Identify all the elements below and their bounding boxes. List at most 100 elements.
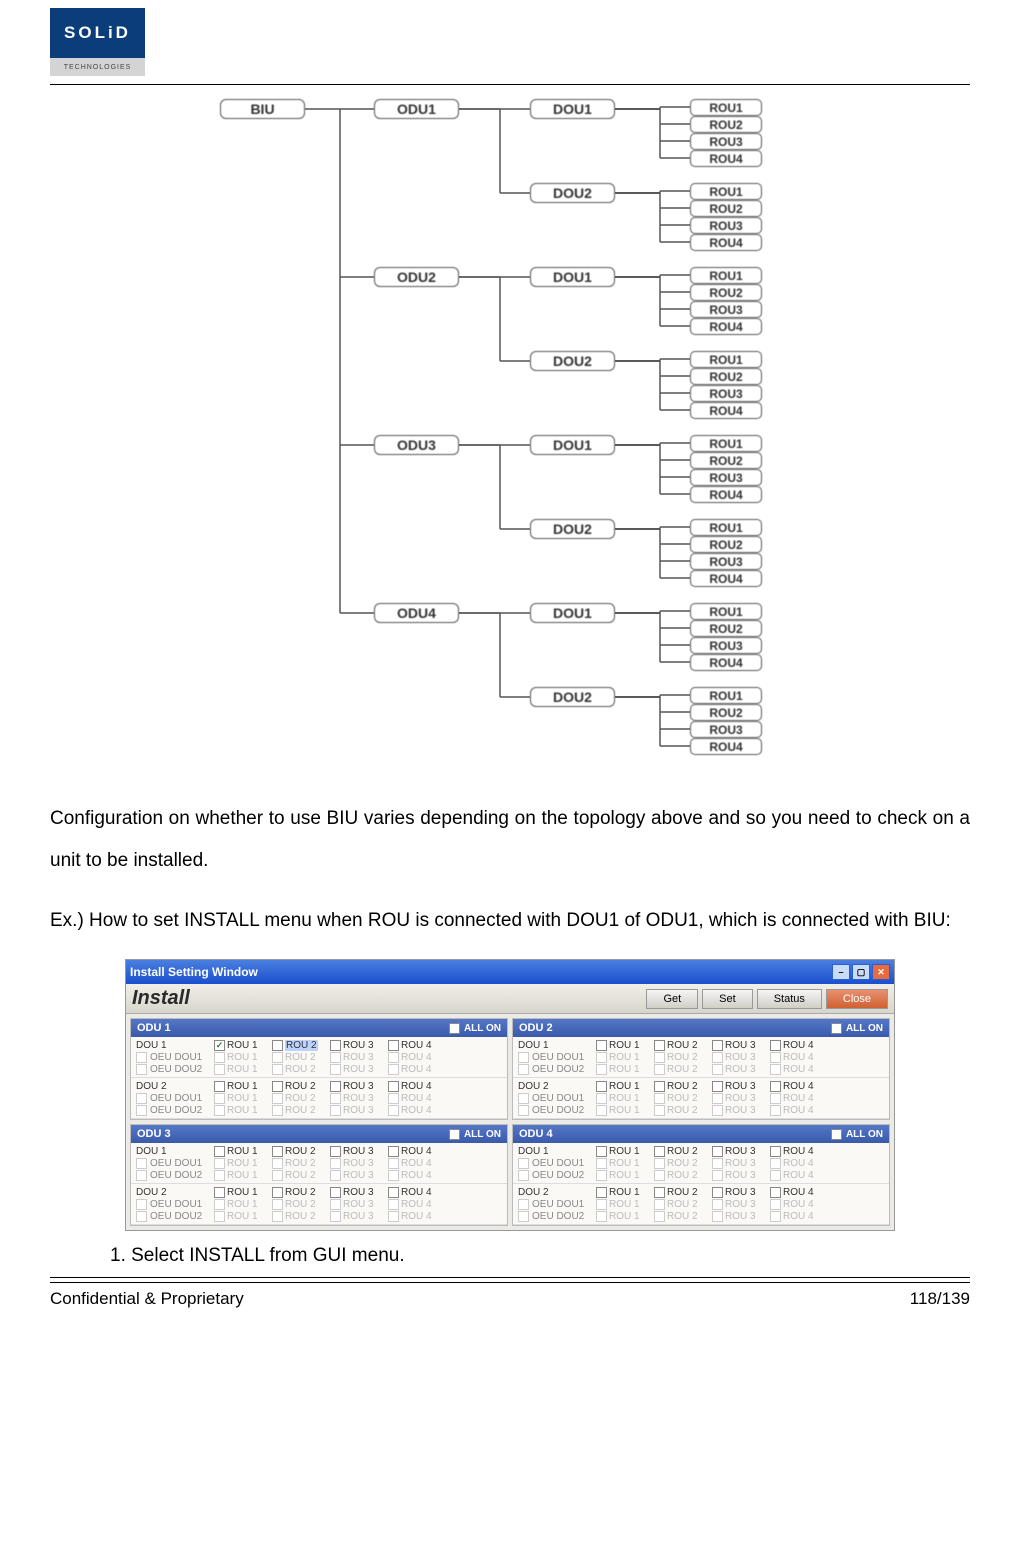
oeu-checkbox[interactable] (518, 1105, 529, 1116)
oeu-checkbox[interactable] (136, 1158, 147, 1169)
rou-checkbox[interactable]: ROU 2 (272, 1081, 324, 1092)
oeu-checkbox[interactable] (518, 1052, 529, 1063)
rou-checkbox[interactable]: ROU 2 (272, 1211, 324, 1222)
rou-checkbox[interactable]: ROU 4 (388, 1105, 440, 1116)
oeu-checkbox[interactable] (518, 1211, 529, 1222)
rou-checkbox[interactable]: ROU 3 (712, 1052, 764, 1063)
rou-checkbox[interactable]: ROU 1 (596, 1158, 648, 1169)
rou-checkbox[interactable]: ROU 3 (330, 1146, 382, 1157)
rou-checkbox[interactable]: ROU 2 (654, 1199, 706, 1210)
rou-checkbox[interactable]: ROU 4 (770, 1187, 822, 1198)
rou-checkbox[interactable]: ROU 1 (214, 1081, 266, 1092)
oeu-checkbox[interactable] (136, 1105, 147, 1116)
rou-checkbox[interactable]: ROU 1 (214, 1052, 266, 1063)
oeu-checkbox[interactable] (136, 1211, 147, 1222)
rou-checkbox[interactable]: ROU 3 (330, 1081, 382, 1092)
rou-checkbox[interactable]: ROU 1 (596, 1187, 648, 1198)
rou-checkbox[interactable]: ROU 4 (770, 1199, 822, 1210)
status-button[interactable]: Status (757, 989, 822, 1009)
rou-checkbox[interactable]: ROU 4 (770, 1105, 822, 1116)
get-button[interactable]: Get (646, 989, 698, 1009)
rou-checkbox[interactable]: ROU 2 (654, 1040, 706, 1051)
rou-checkbox[interactable]: ROU 2 (272, 1052, 324, 1063)
rou-checkbox[interactable]: ROU 1 (596, 1170, 648, 1181)
rou-checkbox[interactable]: ROU 1 (214, 1105, 266, 1116)
rou-checkbox[interactable]: ROU 3 (330, 1211, 382, 1222)
rou-checkbox[interactable]: ROU 3 (712, 1105, 764, 1116)
rou-checkbox[interactable]: ROU 4 (388, 1199, 440, 1210)
rou-checkbox[interactable]: ROU 4 (770, 1146, 822, 1157)
oeu-checkbox[interactable] (136, 1064, 147, 1075)
rou-checkbox[interactable]: ROU 1 (596, 1105, 648, 1116)
rou-checkbox[interactable]: ROU 2 (272, 1170, 324, 1181)
rou-checkbox[interactable]: ROU 2 (654, 1187, 706, 1198)
rou-checkbox[interactable]: ROU 2 (272, 1093, 324, 1104)
rou-checkbox[interactable]: ROU 1 (596, 1040, 648, 1051)
rou-checkbox[interactable]: ROU 1 (596, 1052, 648, 1063)
rou-checkbox[interactable]: ROU 1 (596, 1081, 648, 1092)
rou-checkbox[interactable]: ROU 1 (596, 1064, 648, 1075)
set-button[interactable]: Set (702, 989, 753, 1009)
maximize-icon[interactable]: ▢ (852, 964, 870, 980)
rou-checkbox[interactable]: ROU 3 (330, 1158, 382, 1169)
rou-checkbox[interactable]: ROU 1 (214, 1199, 266, 1210)
rou-checkbox[interactable]: ROU 3 (330, 1199, 382, 1210)
rou-checkbox[interactable]: ROU 4 (388, 1040, 440, 1051)
rou-checkbox[interactable]: ROU 3 (712, 1081, 764, 1092)
all-on-toggle[interactable]: ALL ON (831, 1129, 883, 1140)
rou-checkbox[interactable]: ROU 4 (770, 1081, 822, 1092)
rou-checkbox[interactable]: ROU 4 (770, 1170, 822, 1181)
rou-checkbox[interactable]: ROU 2 (654, 1093, 706, 1104)
oeu-checkbox[interactable] (136, 1170, 147, 1181)
rou-checkbox[interactable]: ROU 1 (214, 1093, 266, 1104)
oeu-checkbox[interactable] (518, 1199, 529, 1210)
oeu-checkbox[interactable] (518, 1064, 529, 1075)
rou-checkbox[interactable]: ✓ROU 1 (214, 1040, 266, 1051)
rou-checkbox[interactable]: ROU 3 (712, 1187, 764, 1198)
rou-checkbox[interactable]: ROU 2 (654, 1170, 706, 1181)
oeu-checkbox[interactable] (518, 1093, 529, 1104)
rou-checkbox[interactable]: ROU 1 (596, 1211, 648, 1222)
rou-checkbox[interactable]: ROU 2 (654, 1146, 706, 1157)
rou-checkbox[interactable]: ROU 1 (214, 1158, 266, 1169)
rou-checkbox[interactable]: ROU 1 (596, 1199, 648, 1210)
rou-checkbox[interactable]: ROU 3 (712, 1146, 764, 1157)
rou-checkbox[interactable]: ROU 2 (272, 1199, 324, 1210)
rou-checkbox[interactable]: ROU 3 (330, 1052, 382, 1063)
rou-checkbox[interactable]: ROU 3 (712, 1158, 764, 1169)
oeu-checkbox[interactable] (136, 1052, 147, 1063)
rou-checkbox[interactable]: ROU 1 (596, 1093, 648, 1104)
rou-checkbox[interactable]: ROU 4 (388, 1081, 440, 1092)
rou-checkbox[interactable]: ROU 2 (654, 1211, 706, 1222)
rou-checkbox[interactable]: ROU 2 (654, 1052, 706, 1063)
rou-checkbox[interactable]: ROU 4 (388, 1064, 440, 1075)
close-button[interactable]: Close (826, 989, 888, 1009)
rou-checkbox[interactable]: ROU 4 (770, 1052, 822, 1063)
rou-checkbox[interactable]: ROU 4 (388, 1158, 440, 1169)
rou-checkbox[interactable]: ROU 3 (712, 1211, 764, 1222)
rou-checkbox[interactable]: ROU 3 (330, 1105, 382, 1116)
rou-checkbox[interactable]: ROU 2 (272, 1040, 324, 1051)
rou-checkbox[interactable]: ROU 3 (330, 1064, 382, 1075)
rou-checkbox[interactable]: ROU 4 (770, 1093, 822, 1104)
oeu-checkbox[interactable] (136, 1199, 147, 1210)
rou-checkbox[interactable]: ROU 3 (712, 1170, 764, 1181)
oeu-checkbox[interactable] (136, 1093, 147, 1104)
rou-checkbox[interactable]: ROU 4 (770, 1211, 822, 1222)
close-icon[interactable]: ✕ (872, 964, 890, 980)
rou-checkbox[interactable]: ROU 4 (388, 1170, 440, 1181)
rou-checkbox[interactable]: ROU 3 (712, 1064, 764, 1075)
oeu-checkbox[interactable] (518, 1170, 529, 1181)
all-on-toggle[interactable]: ALL ON (449, 1023, 501, 1034)
rou-checkbox[interactable]: ROU 4 (388, 1093, 440, 1104)
rou-checkbox[interactable]: ROU 4 (388, 1187, 440, 1198)
rou-checkbox[interactable]: ROU 3 (330, 1040, 382, 1051)
rou-checkbox[interactable]: ROU 1 (214, 1170, 266, 1181)
rou-checkbox[interactable]: ROU 1 (214, 1211, 266, 1222)
rou-checkbox[interactable]: ROU 3 (712, 1040, 764, 1051)
rou-checkbox[interactable]: ROU 4 (770, 1158, 822, 1169)
rou-checkbox[interactable]: ROU 3 (712, 1199, 764, 1210)
rou-checkbox[interactable]: ROU 2 (654, 1158, 706, 1169)
rou-checkbox[interactable]: ROU 2 (272, 1105, 324, 1116)
rou-checkbox[interactable]: ROU 4 (770, 1040, 822, 1051)
